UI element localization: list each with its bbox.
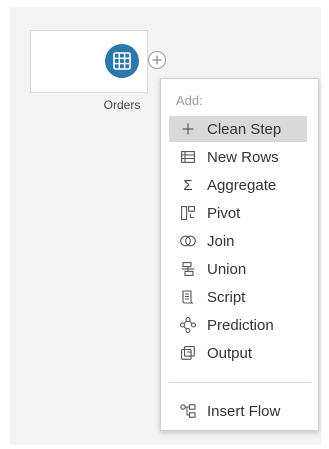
menu-header: Add: (176, 93, 203, 108)
insert-flow-icon (177, 404, 199, 418)
menu-item-label: New Rows (207, 148, 279, 166)
table-icon (113, 52, 131, 70)
menu-item-label: Output (207, 344, 253, 362)
menu-item-label: Pivot (207, 204, 241, 222)
menu-item-pivot[interactable]: Pivot (169, 200, 307, 226)
orders-step-node[interactable] (105, 44, 139, 78)
menu-item-label: Join (207, 232, 235, 250)
menu-item-output[interactable]: Output (169, 340, 307, 366)
sigma-icon: Σ (183, 176, 193, 194)
union-icon (177, 262, 199, 276)
menu-item-insert-flow[interactable]: Insert Flow (169, 398, 307, 424)
menu-item-label: Prediction (207, 316, 274, 334)
menu-item-label: Union (207, 260, 247, 278)
menu-divider (169, 382, 311, 383)
menu-item-union[interactable]: Union (169, 256, 307, 282)
add-step-menu: Add: Clean Step New Rows Σ Aggregate Piv… (160, 78, 319, 431)
join-icon (177, 235, 199, 247)
plus-icon (177, 123, 199, 135)
new-rows-icon (177, 151, 199, 163)
script-icon (177, 290, 199, 304)
menu-item-aggregate[interactable]: Σ Aggregate (169, 172, 307, 198)
menu-item-new-rows[interactable]: New Rows (169, 144, 307, 170)
menu-item-label: Clean Step (207, 120, 282, 138)
prediction-icon (177, 317, 199, 333)
menu-item-prediction[interactable]: Prediction (169, 312, 307, 338)
pivot-icon (177, 206, 199, 220)
menu-item-script[interactable]: Script (169, 284, 307, 310)
plus-icon (152, 55, 162, 65)
add-step-button[interactable] (148, 51, 166, 69)
menu-item-clean-step[interactable]: Clean Step (169, 116, 307, 142)
menu-item-join[interactable]: Join (169, 228, 307, 254)
menu-item-label: Insert Flow (207, 402, 281, 420)
output-icon (177, 346, 199, 360)
orders-step-label: Orders (103, 98, 141, 112)
menu-item-label: Aggregate (207, 176, 277, 194)
menu-item-label: Script (207, 288, 246, 306)
